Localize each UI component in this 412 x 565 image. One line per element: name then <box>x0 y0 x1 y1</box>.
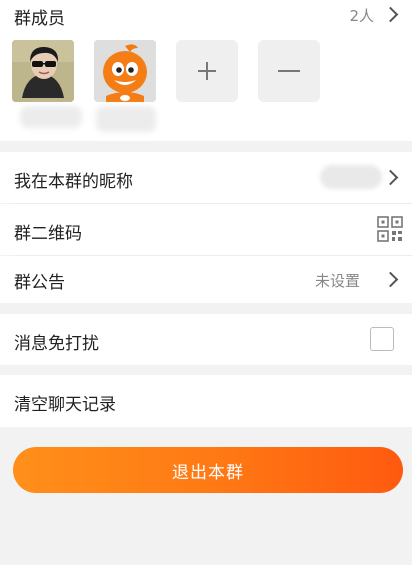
group-members-count[interactable]: 2人 <box>349 5 374 26</box>
user-photo-avatar-icon <box>12 40 74 102</box>
chevron-right-icon <box>382 271 399 288</box>
chevron-right-icon[interactable] <box>382 6 399 23</box>
do-not-disturb-checkbox[interactable] <box>370 327 394 351</box>
member-name-2-blurred <box>96 106 156 132</box>
nickname-row[interactable]: 我在本群的昵称 <box>0 152 412 203</box>
remove-member-button[interactable] <box>258 40 320 102</box>
clear-chat-history-label: 清空聊天记录 <box>14 395 116 415</box>
do-not-disturb-label: 消息免打扰 <box>14 334 99 354</box>
add-member-button[interactable] <box>176 40 238 102</box>
group-notice-value: 未设置 <box>314 272 360 290</box>
member-avatar-2[interactable] <box>94 40 156 102</box>
exit-group-label: 退出本群 <box>172 462 244 483</box>
group-notice-label: 群公告 <box>14 273 65 293</box>
clear-chat-history-row[interactable]: 清空聊天记录 <box>0 375 412 427</box>
nickname-value-blurred <box>320 165 382 189</box>
qrcode-icon <box>377 216 403 242</box>
exit-group-button[interactable]: 退出本群 <box>13 447 403 493</box>
member-avatar-1[interactable] <box>12 40 74 102</box>
nickname-label: 我在本群的昵称 <box>14 172 133 192</box>
group-members-section: 群成员 2人 <box>0 0 412 141</box>
do-not-disturb-row: 消息免打扰 <box>0 314 412 365</box>
group-qrcode-label: 群二维码 <box>14 224 82 244</box>
member-name-1-blurred <box>20 106 82 128</box>
group-qrcode-row[interactable]: 群二维码 <box>0 204 412 255</box>
group-notice-row[interactable]: 群公告 未设置 <box>0 256 412 303</box>
chevron-right-icon <box>382 169 399 186</box>
orange-mascot-avatar-icon <box>94 40 156 102</box>
group-members-title: 群成员 <box>14 9 65 29</box>
minus-icon <box>278 70 300 72</box>
